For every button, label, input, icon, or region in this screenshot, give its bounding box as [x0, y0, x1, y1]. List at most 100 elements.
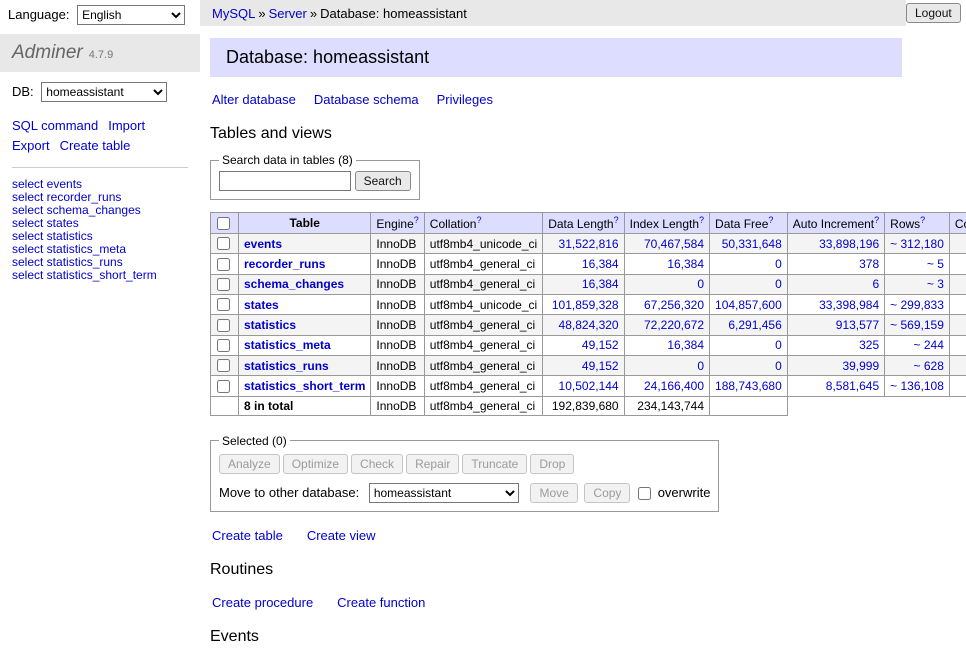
- row-checkbox[interactable]: [217, 359, 230, 372]
- data-length-link[interactable]: 49,152: [582, 338, 619, 352]
- auto-increment-link[interactable]: 6: [872, 277, 879, 291]
- index-length-link[interactable]: 0: [697, 359, 704, 373]
- row-checkbox[interactable]: [217, 319, 230, 332]
- rows-link[interactable]: ~ 136,108: [890, 379, 944, 393]
- db-action-link[interactable]: Privileges: [437, 92, 493, 107]
- help-link[interactable]: ?: [699, 215, 704, 225]
- row-checkbox[interactable]: [217, 278, 230, 291]
- rows-link[interactable]: ~ 5: [927, 257, 944, 271]
- operation-button[interactable]: Drop: [530, 454, 574, 474]
- data-free-cell: 104,857,600: [710, 294, 788, 314]
- data-length-link[interactable]: 16,384: [582, 257, 619, 271]
- row-checkbox[interactable]: [217, 380, 230, 393]
- breadcrumb-link-mysql[interactable]: MySQL: [212, 6, 255, 21]
- auto-increment-link[interactable]: 325: [859, 338, 879, 352]
- data-free-link[interactable]: 0: [775, 338, 782, 352]
- header-row: Table Engine?Collation?Data Length?Index…: [211, 213, 966, 234]
- table-name-link[interactable]: statistics: [244, 318, 296, 332]
- index-length-link[interactable]: 67,256,320: [644, 298, 704, 312]
- auto-increment-link[interactable]: 39,999: [842, 359, 879, 373]
- routine-create-link[interactable]: Create function: [337, 595, 425, 610]
- table-name-link[interactable]: recorder_runs: [244, 257, 325, 271]
- logout-button[interactable]: Logout: [906, 3, 961, 23]
- auto-increment-link[interactable]: 33,398,984: [819, 298, 879, 312]
- operation-button[interactable]: Analyze: [219, 454, 280, 474]
- sidebar-link[interactable]: Export: [12, 136, 50, 156]
- rows-link[interactable]: ~ 299,833: [890, 298, 944, 312]
- help-link[interactable]: ?: [414, 215, 419, 225]
- routine-create-link[interactable]: Create procedure: [212, 595, 313, 610]
- column-header-label: Engine: [376, 217, 413, 231]
- table-name-link[interactable]: states: [244, 298, 279, 312]
- rows-link[interactable]: ~ 312,180: [890, 237, 944, 251]
- db-action-link[interactable]: Alter database: [212, 92, 296, 107]
- index-length-link[interactable]: 16,384: [667, 257, 704, 271]
- row-checkbox[interactable]: [217, 298, 230, 311]
- data-length-link[interactable]: 31,522,816: [559, 237, 619, 251]
- data-length-link[interactable]: 49,152: [582, 359, 619, 373]
- rows-link[interactable]: ~ 569,159: [890, 318, 944, 332]
- data-length-link[interactable]: 16,384: [582, 277, 619, 291]
- create-link[interactable]: Create table: [212, 528, 283, 543]
- operation-button[interactable]: Check: [351, 454, 403, 474]
- auto-increment-link[interactable]: 913,577: [836, 318, 879, 332]
- data-free-link[interactable]: 6,291,456: [728, 318, 781, 332]
- move-button[interactable]: Move: [530, 483, 577, 503]
- rows-link[interactable]: ~ 244: [914, 338, 944, 352]
- operation-button[interactable]: Truncate: [462, 454, 527, 474]
- auto-increment-link[interactable]: 378: [859, 257, 879, 271]
- data-free-link[interactable]: 104,857,600: [715, 298, 782, 312]
- create-link[interactable]: Create view: [307, 528, 376, 543]
- help-link[interactable]: ?: [614, 215, 619, 225]
- language-select[interactable]: English: [77, 5, 185, 25]
- sidebar-table-link[interactable]: select statistics_short_term: [12, 269, 188, 282]
- data-length-link[interactable]: 101,859,328: [552, 298, 619, 312]
- row-checkbox[interactable]: [217, 258, 230, 271]
- operation-button[interactable]: Optimize: [283, 454, 348, 474]
- search-input[interactable]: [219, 171, 351, 191]
- index-length-link[interactable]: 72,220,672: [644, 318, 704, 332]
- rows-link[interactable]: ~ 628: [914, 359, 944, 373]
- operation-button[interactable]: Repair: [406, 454, 459, 474]
- help-link[interactable]: ?: [476, 215, 481, 225]
- index-length-link[interactable]: 70,467,584: [644, 237, 704, 251]
- data-free-link[interactable]: 50,331,648: [722, 237, 782, 251]
- index-length-link[interactable]: 24,166,400: [644, 379, 704, 393]
- data-length-link[interactable]: 10,502,144: [559, 379, 619, 393]
- sidebar-link[interactable]: SQL command: [12, 116, 98, 136]
- table-name-link[interactable]: statistics_meta: [244, 338, 331, 352]
- auto-increment-link[interactable]: 8,581,645: [826, 379, 879, 393]
- select-all-checkbox[interactable]: [217, 217, 230, 230]
- rows-link[interactable]: ~ 3: [927, 277, 944, 291]
- db-select[interactable]: homeassistant: [41, 82, 167, 102]
- data-free-link[interactable]: 0: [775, 257, 782, 271]
- overwrite-label[interactable]: overwrite: [658, 485, 711, 500]
- auto-increment-link[interactable]: 33,898,196: [819, 237, 879, 251]
- help-link[interactable]: ?: [920, 215, 925, 225]
- overwrite-checkbox[interactable]: [638, 487, 651, 500]
- sidebar-link[interactable]: Create table: [60, 136, 131, 156]
- data-free-link[interactable]: 0: [775, 359, 782, 373]
- help-link[interactable]: ?: [874, 215, 879, 225]
- data-free-link[interactable]: 0: [775, 277, 782, 291]
- copy-button[interactable]: Copy: [584, 483, 630, 503]
- row-checkbox[interactable]: [217, 339, 230, 352]
- db-action-link[interactable]: Database schema: [314, 92, 419, 107]
- index-length-link[interactable]: 16,384: [667, 338, 704, 352]
- index-length-link[interactable]: 0: [697, 277, 704, 291]
- table-name-link[interactable]: statistics_runs: [244, 359, 329, 373]
- table-row: events InnoDB utf8mb4_unicode_ci 31,522,…: [211, 234, 966, 254]
- data-length-link[interactable]: 48,824,320: [559, 318, 619, 332]
- data-free-link[interactable]: 188,743,680: [715, 379, 782, 393]
- row-check-cell: [211, 335, 239, 355]
- breadcrumb-link-server[interactable]: Server: [269, 6, 307, 21]
- search-button[interactable]: Search: [355, 171, 411, 191]
- move-db-select[interactable]: homeassistant: [369, 483, 519, 503]
- table-name-link[interactable]: events: [244, 237, 282, 251]
- sidebar-link[interactable]: Import: [108, 116, 145, 136]
- row-checkbox[interactable]: [217, 237, 230, 250]
- table-name-link[interactable]: schema_changes: [244, 277, 344, 291]
- table-name-link[interactable]: statistics_short_term: [244, 379, 365, 393]
- help-link[interactable]: ?: [768, 215, 773, 225]
- comment-cell: [949, 274, 966, 294]
